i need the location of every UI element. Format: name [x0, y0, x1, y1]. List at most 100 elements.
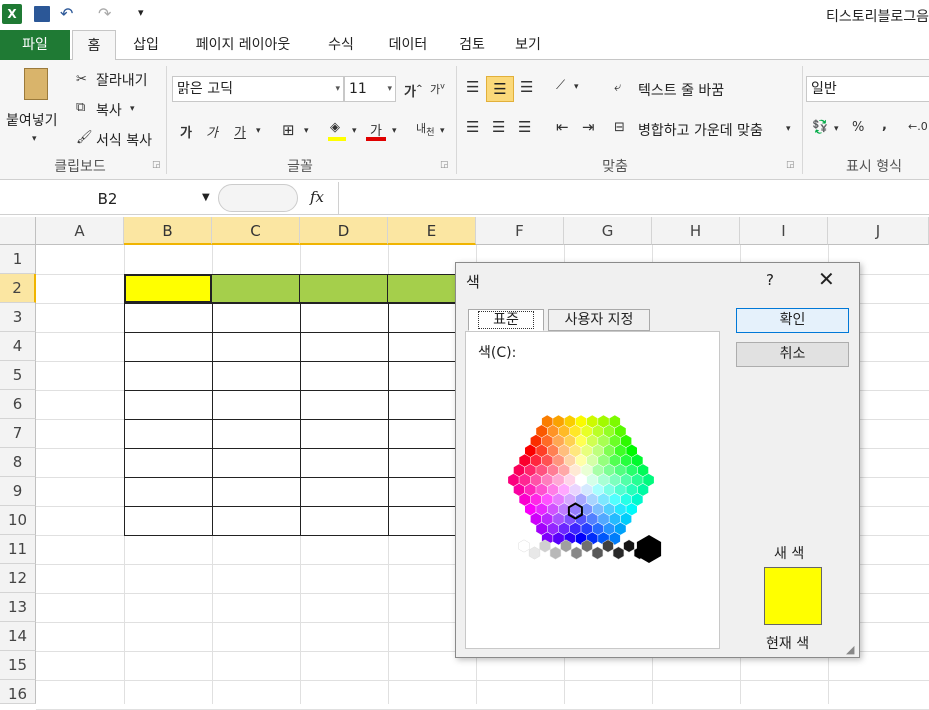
table-cell[interactable]: [212, 448, 301, 478]
color-hex[interactable]: [536, 503, 547, 516]
paste-dropdown-icon[interactable]: ▾: [32, 134, 37, 144]
table-cell[interactable]: [212, 506, 301, 536]
bold-button[interactable]: 가: [180, 122, 192, 141]
color-hex[interactable]: [592, 464, 604, 477]
chevron-down-icon[interactable]: ▼: [202, 192, 210, 203]
color-hex[interactable]: [609, 512, 621, 526]
color-hex[interactable]: [592, 522, 604, 535]
color-hex[interactable]: [631, 493, 643, 506]
table-cell[interactable]: [212, 332, 301, 362]
row-header[interactable]: 11: [0, 535, 36, 564]
column-header[interactable]: H: [652, 217, 740, 245]
color-hex[interactable]: [525, 503, 536, 516]
color-hex[interactable]: [603, 444, 615, 458]
color-hex[interactable]: [598, 434, 609, 448]
row-header[interactable]: 4: [0, 332, 36, 361]
table-cell[interactable]: [124, 361, 213, 391]
color-hex[interactable]: [586, 434, 598, 448]
table-cell[interactable]: [388, 332, 464, 362]
row-header[interactable]: 8: [0, 448, 36, 477]
increase-indent-icon[interactable]: ⇥: [582, 118, 595, 136]
row-header[interactable]: 13: [0, 593, 36, 622]
color-hex[interactable]: [536, 444, 547, 458]
color-hex[interactable]: [581, 503, 592, 516]
ok-button[interactable]: 확인: [736, 308, 849, 333]
color-hex[interactable]: [620, 434, 632, 448]
close-icon[interactable]: ✕: [818, 267, 835, 291]
comma-button[interactable]: ,: [882, 118, 887, 133]
row-header[interactable]: 6: [0, 390, 36, 419]
clipboard-launcher-icon[interactable]: ◲: [152, 160, 161, 170]
color-hex[interactable]: [586, 493, 598, 506]
row-header[interactable]: 7: [0, 419, 36, 448]
color-hex[interactable]: [575, 434, 587, 448]
column-header[interactable]: F: [476, 217, 564, 245]
cell-c2[interactable]: [212, 274, 300, 303]
table-cell[interactable]: [388, 303, 464, 333]
color-hex[interactable]: [553, 434, 564, 448]
color-hex[interactable]: [626, 483, 637, 496]
row-header[interactable]: 16: [0, 680, 36, 704]
column-header[interactable]: E: [388, 217, 476, 245]
accounting-format-icon[interactable]: 💱: [812, 120, 828, 135]
chevron-down-icon[interactable]: ▾: [304, 126, 309, 136]
italic-button[interactable]: 가: [206, 122, 218, 141]
table-cell[interactable]: [212, 390, 301, 420]
color-hex[interactable]: [558, 444, 570, 458]
color-hex[interactable]: [553, 415, 564, 428]
color-hex[interactable]: [609, 415, 621, 428]
color-hex[interactable]: [620, 493, 632, 506]
color-hex[interactable]: [547, 425, 559, 438]
color-hex[interactable]: [570, 425, 581, 438]
merge-center-button[interactable]: 병합하고 가운데 맞춤: [638, 120, 763, 140]
underline-button[interactable]: 가: [234, 122, 246, 141]
color-hex[interactable]: [626, 503, 637, 516]
color-hex[interactable]: [581, 483, 592, 496]
color-hex[interactable]: [547, 522, 559, 535]
row-header[interactable]: 12: [0, 564, 36, 593]
color-hex[interactable]: [609, 473, 621, 487]
table-cell[interactable]: [388, 361, 464, 391]
color-hex[interactable]: [536, 464, 547, 477]
chevron-down-icon[interactable]: ▾: [440, 126, 445, 136]
tab-view[interactable]: 보기: [506, 30, 550, 60]
column-header[interactable]: J: [828, 217, 929, 245]
color-hex[interactable]: [631, 473, 643, 487]
color-hex[interactable]: [553, 493, 564, 506]
color-hexagon-picker[interactable]: [466, 332, 719, 648]
align-top-icon[interactable]: ☰: [466, 78, 479, 96]
table-cell[interactable]: [212, 361, 301, 391]
color-hex[interactable]: [620, 512, 632, 526]
resize-grip-icon[interactable]: ◢: [846, 643, 854, 656]
color-hex[interactable]: [592, 503, 604, 516]
color-hex[interactable]: [519, 454, 531, 467]
color-hex[interactable]: [615, 444, 626, 458]
column-header[interactable]: C: [212, 217, 300, 245]
cut-button[interactable]: 잘라내기: [96, 70, 148, 90]
customize-toolbar-icon[interactable]: ▾: [138, 6, 144, 19]
color-hex[interactable]: [615, 503, 626, 516]
table-cell[interactable]: [388, 390, 464, 420]
color-hex[interactable]: [558, 425, 570, 438]
color-hex[interactable]: [519, 493, 531, 506]
color-hex[interactable]: [558, 483, 570, 496]
color-hex[interactable]: [615, 483, 626, 496]
cancel-button[interactable]: 취소: [736, 342, 849, 367]
table-cell[interactable]: [300, 419, 389, 449]
color-hex[interactable]: [525, 483, 536, 496]
color-hex[interactable]: [598, 473, 609, 487]
gray-color-hex[interactable]: [623, 539, 635, 553]
color-hex[interactable]: [586, 454, 598, 467]
tab-formulas[interactable]: 수식: [316, 30, 366, 60]
color-hex[interactable]: [530, 493, 542, 506]
save-icon[interactable]: [34, 6, 50, 22]
decrease-indent-icon[interactable]: ⇤: [556, 118, 569, 136]
formula-input[interactable]: [338, 182, 929, 214]
color-hex[interactable]: [615, 464, 626, 477]
gray-color-hex[interactable]: [549, 546, 562, 560]
color-hex[interactable]: [553, 512, 564, 526]
gray-color-hex[interactable]: [528, 546, 541, 560]
excel-logo-icon[interactable]: X: [2, 4, 22, 24]
row-header[interactable]: 10: [0, 506, 36, 535]
paste-icon[interactable]: [24, 68, 48, 100]
